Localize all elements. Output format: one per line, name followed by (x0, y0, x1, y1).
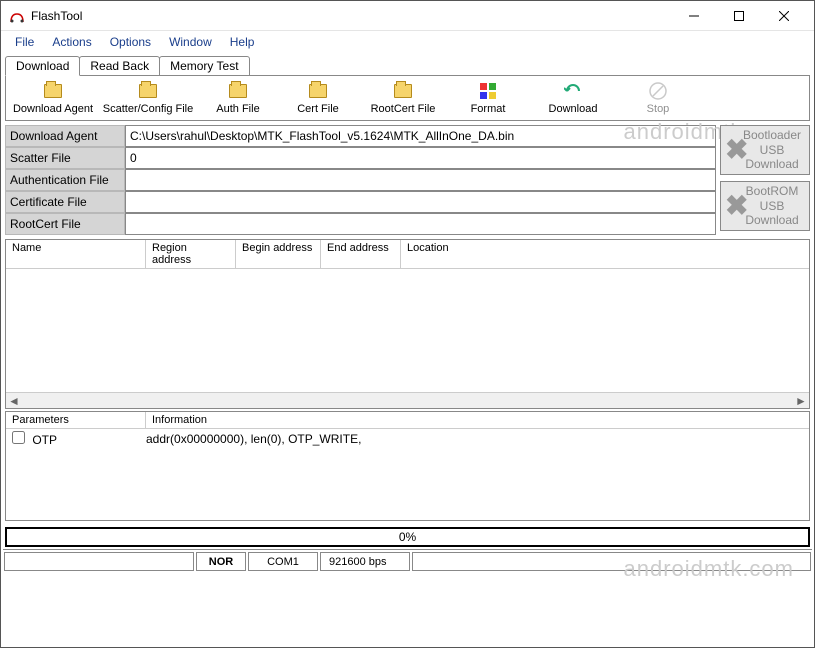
tab-download[interactable]: Download (5, 56, 80, 76)
tool-rootcert-file[interactable]: RootCert File (358, 78, 448, 118)
minimize-button[interactable] (671, 1, 716, 31)
progress-text: 0% (399, 530, 416, 544)
tab-memorytest[interactable]: Memory Test (159, 56, 249, 76)
bootloader-download-button[interactable]: ✖ Bootloader USB Download (720, 125, 810, 175)
menu-options[interactable]: Options (102, 33, 159, 51)
progress-bar: 0% (5, 527, 810, 547)
horizontal-scrollbar[interactable]: ◄ ► (6, 392, 809, 408)
label-auth-file: Authentication File (5, 169, 125, 191)
scroll-right-icon[interactable]: ► (795, 394, 807, 408)
download-icon (563, 81, 583, 101)
label-cert-file: Certificate File (5, 191, 125, 213)
status-empty-2 (412, 552, 811, 571)
col-location[interactable]: Location (401, 240, 809, 268)
menu-help[interactable]: Help (222, 33, 263, 51)
input-rootcert-file[interactable] (125, 213, 716, 235)
tool-download[interactable]: Download (528, 78, 618, 118)
folder-icon (139, 84, 157, 98)
label-scatter-file: Scatter File (5, 147, 125, 169)
window-title: FlashTool (31, 9, 671, 23)
close-button[interactable] (761, 1, 806, 31)
tool-cert-file[interactable]: Cert File (278, 78, 358, 118)
status-bar: NOR COM1 921600 bps (3, 549, 812, 573)
otp-info: addr(0x00000000), len(0), OTP_WRITE, (146, 432, 361, 446)
input-cert-file[interactable] (125, 191, 716, 213)
tool-scatter-config[interactable]: Scatter/Config File (98, 78, 198, 118)
menu-actions[interactable]: Actions (44, 33, 99, 51)
menu-bar: File Actions Options Window Help (1, 31, 814, 53)
col-begin-address[interactable]: Begin address (236, 240, 321, 268)
table-header: Name Region address Begin address End ad… (6, 240, 809, 269)
label-rootcert-file: RootCert File (5, 213, 125, 235)
menu-window[interactable]: Window (161, 33, 220, 51)
tool-auth-file[interactable]: Auth File (198, 78, 278, 118)
scroll-left-icon[interactable]: ◄ (8, 394, 20, 408)
col-region-address[interactable]: Region address (146, 240, 236, 268)
status-baud: 921600 bps (320, 552, 410, 571)
otp-label: OTP (32, 433, 57, 447)
tab-readback[interactable]: Read Back (79, 56, 160, 76)
folder-icon (309, 84, 327, 98)
col-end-address[interactable]: End address (321, 240, 401, 268)
otp-checkbox[interactable] (12, 431, 25, 444)
input-download-agent[interactable] (125, 125, 716, 147)
col-parameters[interactable]: Parameters (6, 412, 146, 428)
title-bar: FlashTool (1, 1, 814, 31)
parameters-table: Parameters Information OTP addr(0x000000… (5, 411, 810, 521)
input-auth-file[interactable] (125, 169, 716, 191)
toolbar: Download Agent Scatter/Config File Auth … (5, 75, 810, 121)
col-information[interactable]: Information (146, 412, 809, 428)
tool-stop: Stop (618, 78, 698, 118)
format-icon (478, 81, 498, 101)
folder-icon (394, 84, 412, 98)
partition-table: Name Region address Begin address End ad… (5, 239, 810, 409)
disabled-x-icon: ✖ (725, 133, 748, 167)
folder-icon (44, 84, 62, 98)
tool-format[interactable]: Format (448, 78, 528, 118)
status-empty-1 (4, 552, 194, 571)
table-row: OTP addr(0x00000000), len(0), OTP_WRITE, (12, 431, 803, 447)
col-name[interactable]: Name (6, 240, 146, 268)
menu-file[interactable]: File (7, 33, 42, 51)
maximize-button[interactable] (716, 1, 761, 31)
label-download-agent: Download Agent (5, 125, 125, 147)
stop-icon (648, 81, 668, 101)
status-nor: NOR (196, 552, 246, 571)
app-icon (9, 8, 25, 24)
tab-bar: Download Read Back Memory Test (5, 56, 810, 76)
disabled-x-icon: ✖ (725, 189, 748, 223)
status-port: COM1 (248, 552, 318, 571)
tool-download-agent[interactable]: Download Agent (8, 78, 98, 118)
input-scatter-file[interactable] (125, 147, 716, 169)
bootrom-download-button[interactable]: ✖ BootROM USB Download (720, 181, 810, 231)
table-body (6, 269, 809, 392)
folder-icon (229, 84, 247, 98)
